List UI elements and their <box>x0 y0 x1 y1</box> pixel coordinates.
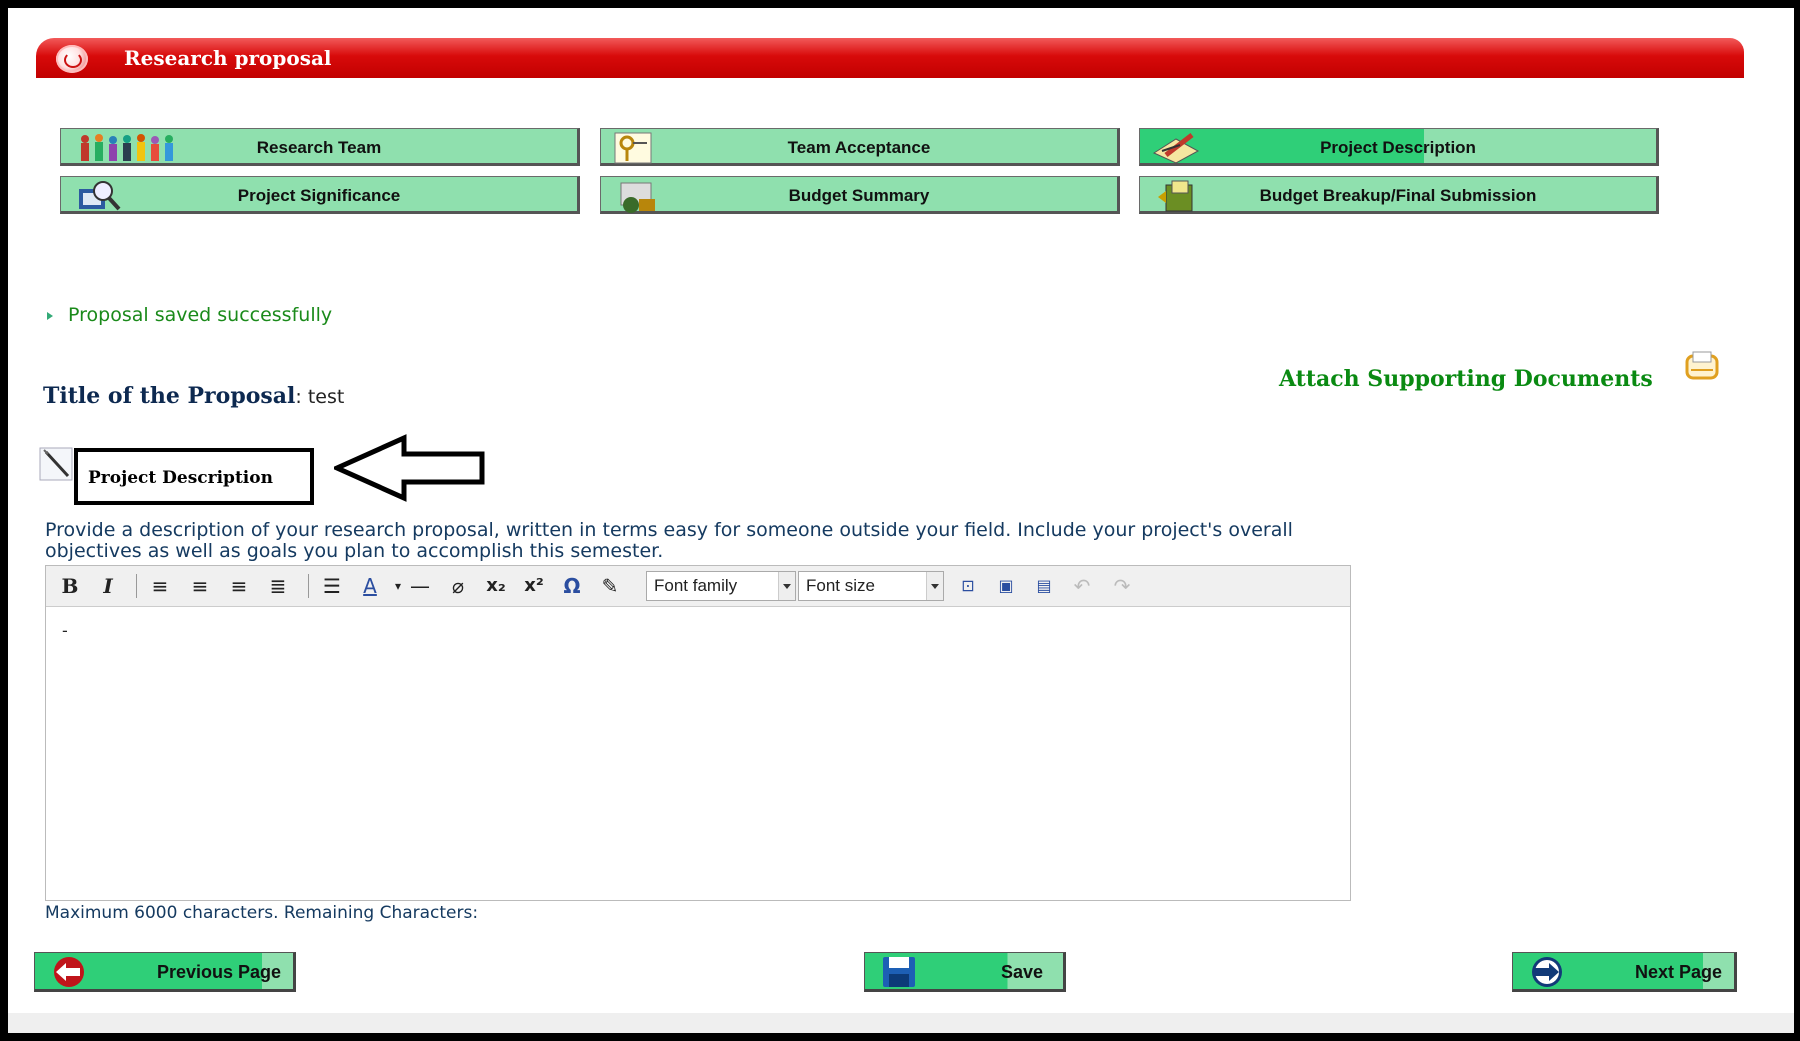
insert-image-icon[interactable]: ✎ <box>598 573 622 599</box>
text-color-icon[interactable]: A <box>358 573 382 599</box>
tab-budget-summary[interactable]: Budget Summary <box>600 176 1120 214</box>
next-page-label: Next Page <box>1635 962 1723 982</box>
subscript-icon[interactable]: x₂ <box>484 573 508 599</box>
tab-label: Budget Breakup/Final Submission <box>1259 186 1537 205</box>
success-message-text: Proposal saved successfully <box>68 304 333 326</box>
save-label: Save <box>1001 962 1044 982</box>
bottom-strip <box>8 1013 1794 1033</box>
editor-content[interactable]: - <box>46 607 1350 900</box>
align-right-icon[interactable]: ≡ <box>227 573 251 599</box>
arrow-left-circle-icon <box>54 957 84 987</box>
logo-icon <box>56 45 88 73</box>
bold-icon[interactable]: B <box>58 573 82 599</box>
section-instructions: Provide a description of your research p… <box>45 519 1293 562</box>
proposal-title-value: : test <box>295 386 345 408</box>
font-size-value: Font size <box>806 576 875 595</box>
paste-word-icon[interactable]: ▣ <box>994 573 1018 599</box>
tab-label: Research Team <box>256 138 382 157</box>
attach-documents-link[interactable]: Attach Supporting Documents <box>1279 366 1653 392</box>
arrow-left-icon <box>334 434 485 502</box>
font-family-value: Font family <box>654 576 738 595</box>
undo-icon[interactable]: ↶ <box>1070 573 1094 599</box>
remaining-characters: Maximum 6000 characters. Remaining Chara… <box>45 903 479 923</box>
align-center-icon[interactable]: ≡ <box>188 573 212 599</box>
floppy-disk-icon <box>883 957 915 987</box>
eraser-icon[interactable]: ⌀ <box>446 573 470 599</box>
horizontal-rule-icon[interactable]: — <box>408 573 432 599</box>
chevron-down-icon <box>926 572 943 600</box>
special-character-icon[interactable]: Ω <box>560 573 584 599</box>
editor-toolbar: B I ≡ ≡ ≡ ≣ ☰ A ▾ — ⌀ x₂ x² Ω ✎ Font fam… <box>46 566 1350 607</box>
attachment-icon[interactable] <box>1683 350 1721 382</box>
page-header: Research proposal <box>36 38 1744 78</box>
proposal-title-row: Title of the Proposal: test <box>43 383 344 409</box>
font-size-select[interactable]: Font size <box>798 571 944 601</box>
proposal-title-label: Title of the Proposal <box>43 383 296 409</box>
italic-icon[interactable]: I <box>96 573 120 599</box>
tab-project-description[interactable]: Project Description <box>1139 128 1659 166</box>
chevron-down-icon <box>778 572 795 600</box>
section-heading: Project Description <box>88 468 273 488</box>
previous-page-label: Previous Page <box>157 962 282 982</box>
select-all-icon[interactable]: ⊡ <box>956 573 980 599</box>
section-heading-box: Project Description <box>74 448 314 505</box>
page-title: Research proposal <box>124 46 332 70</box>
rich-text-editor[interactable]: B I ≡ ≡ ≡ ≣ ☰ A ▾ — ⌀ x₂ x² Ω ✎ Font fam… <box>45 565 1351 901</box>
save-button[interactable]: Save <box>864 952 1066 992</box>
next-page-button[interactable]: Next Page <box>1512 952 1737 992</box>
toolbar-divider <box>136 574 137 598</box>
toolbar-divider <box>308 574 309 598</box>
tab-team-acceptance[interactable]: Team Acceptance <box>600 128 1120 166</box>
tab-budget-breakup-final-submission[interactable]: Budget Breakup/Final Submission <box>1139 176 1659 214</box>
tab-project-significance[interactable]: Project Significance <box>60 176 580 214</box>
tab-label: Project Significance <box>237 186 401 205</box>
chevron-down-icon[interactable]: ▾ <box>386 573 410 599</box>
bullet-list-icon[interactable]: ☰ <box>320 573 344 599</box>
align-left-icon[interactable]: ≡ <box>148 573 172 599</box>
edit-document-icon <box>39 447 73 481</box>
font-family-select[interactable]: Font family <box>646 571 796 601</box>
justify-icon[interactable]: ≣ <box>266 573 290 599</box>
tab-research-team[interactable]: Research Team <box>60 128 580 166</box>
arrow-right-circle-icon <box>1532 957 1562 987</box>
superscript-icon[interactable]: x² <box>522 573 546 599</box>
success-message: Proposal saved successfully <box>46 304 332 326</box>
previous-page-button[interactable]: Previous Page <box>34 952 296 992</box>
paste-text-icon[interactable]: ▤ <box>1032 573 1056 599</box>
redo-icon[interactable]: ↷ <box>1110 573 1134 599</box>
tab-label: Budget Summary <box>788 186 930 205</box>
tab-label: Project Description <box>1320 138 1476 157</box>
tab-label: Team Acceptance <box>787 138 931 157</box>
